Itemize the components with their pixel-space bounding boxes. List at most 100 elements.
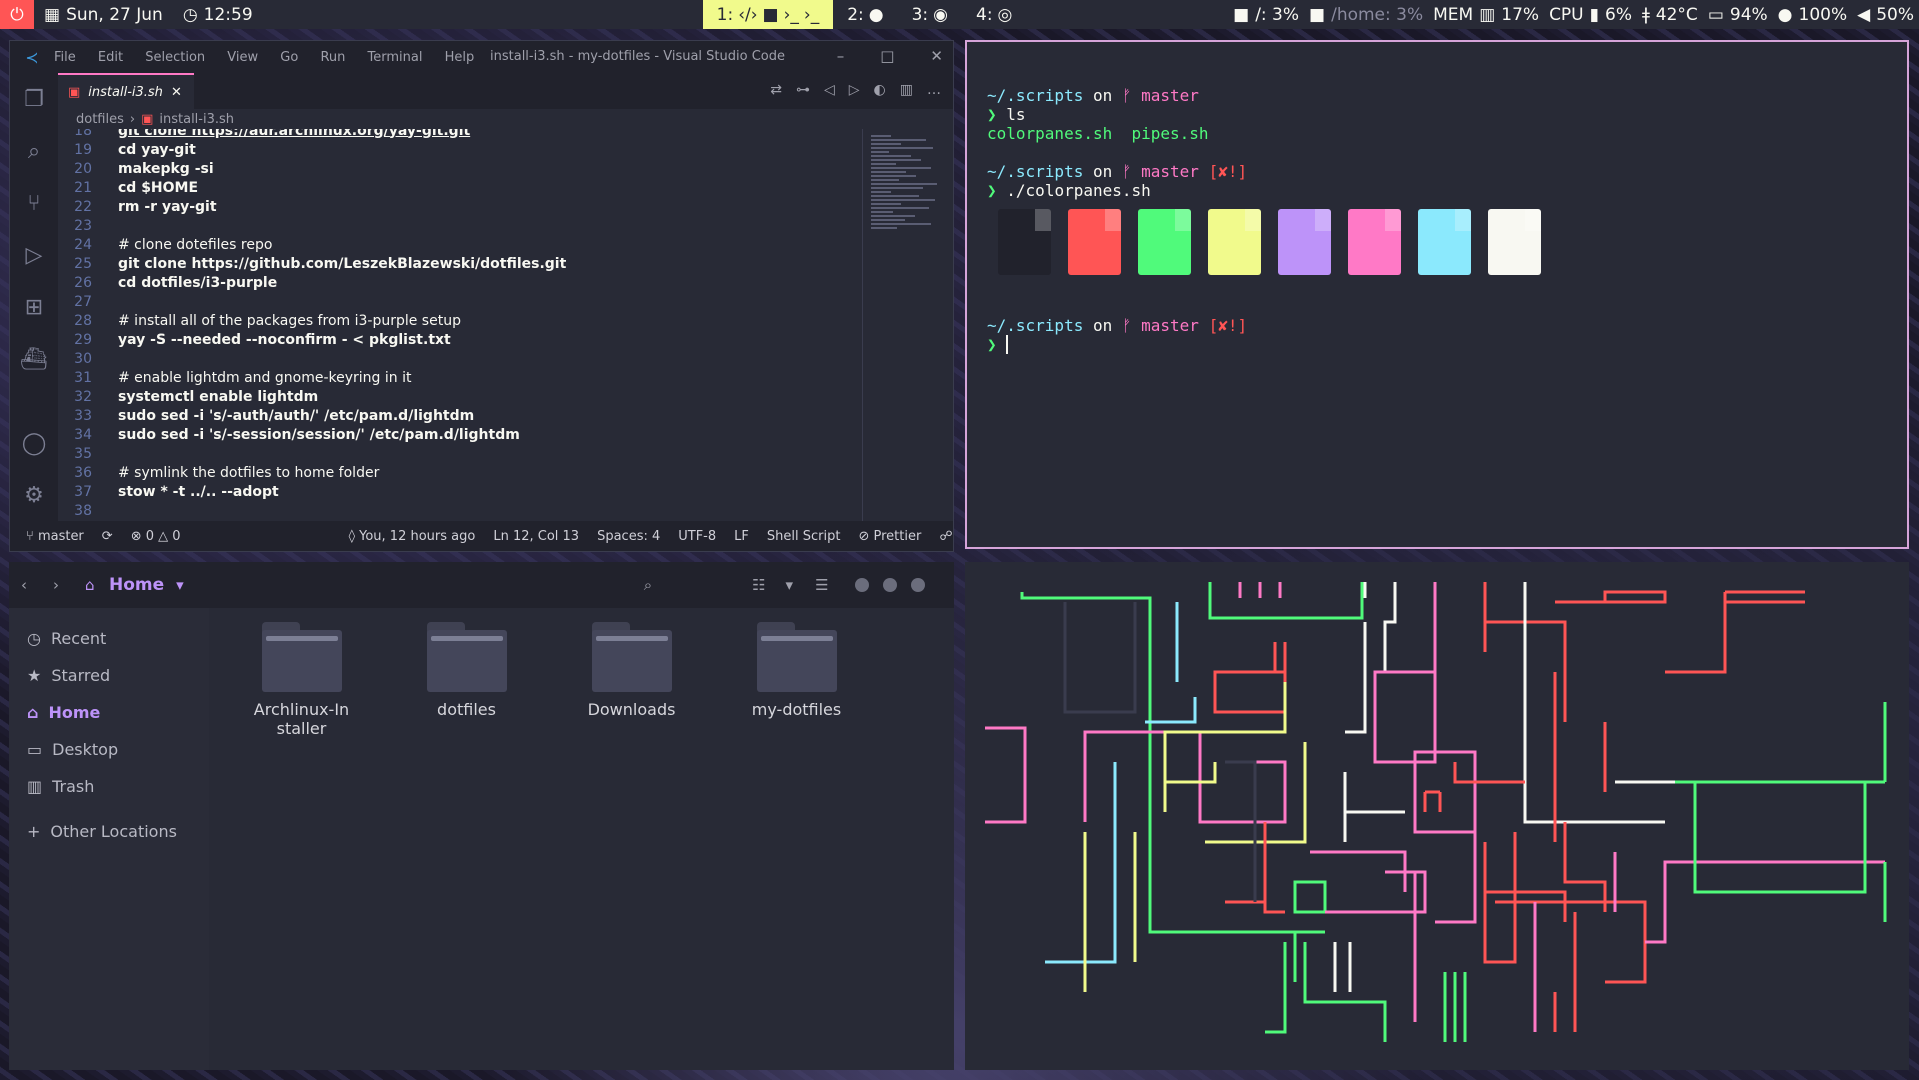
search-icon[interactable]: ⌕ — [644, 576, 652, 594]
branch-status[interactable]: ⑂ master — [26, 529, 84, 544]
chevron-down-icon[interactable]: ▾ — [176, 576, 184, 594]
color-swatch — [1068, 209, 1121, 275]
folder-icon: ■ — [1233, 4, 1250, 25]
brightness-icon: ● — [1777, 4, 1793, 25]
close-icon[interactable] — [910, 578, 925, 592]
power-icon[interactable]: ⏻ — [0, 0, 34, 29]
time-text: 12:59 — [203, 4, 253, 25]
menu-file[interactable]: File — [54, 50, 76, 65]
formatter-status[interactable]: ⊘ Prettier — [858, 529, 921, 544]
language-status[interactable]: Shell Script — [767, 529, 841, 544]
color-swatch — [1278, 209, 1331, 275]
location-label[interactable]: Home — [109, 575, 164, 595]
hamburger-menu-icon[interactable]: ☰ — [815, 576, 828, 594]
git-branch-icon: ᚠ — [1121, 162, 1132, 181]
cursor-position[interactable]: Ln 12, Col 13 — [493, 529, 579, 544]
color-swatches — [998, 209, 1907, 275]
encoding-status[interactable]: UTF-8 — [678, 529, 716, 544]
workspace-2[interactable]: 2: ● — [833, 0, 897, 29]
feedback-icon[interactable]: ☍ — [939, 529, 952, 544]
run-debug-icon[interactable]: ▷ — [10, 229, 58, 281]
menu-terminal[interactable]: Terminal — [368, 50, 423, 65]
color-swatch — [1348, 209, 1401, 275]
source-control-icon[interactable]: ⑂ — [10, 177, 58, 229]
explorer-icon[interactable]: ❐ — [10, 73, 58, 125]
folder-my-dotfiles[interactable]: my-dotfiles — [714, 622, 879, 738]
gear-icon[interactable]: ⚙ — [10, 469, 58, 521]
window-controls: – □ ✕ — [837, 47, 943, 65]
code-line: 18 git clone https://aur.archlinux.org/ya… — [74, 129, 471, 139]
sidebar-item-starred[interactable]: ★ Starred — [9, 657, 209, 694]
view-list-icon[interactable]: ☷ — [752, 576, 765, 594]
sidebar-item-recent[interactable]: ◷ Recent — [9, 620, 209, 657]
volume-widget[interactable]: ◀ 50% — [1852, 5, 1919, 25]
close-icon[interactable]: ✕ — [930, 47, 943, 65]
cpu-icon: ▮ — [1589, 4, 1599, 25]
timeline-icon[interactable]: ◐ — [874, 82, 886, 98]
breadcrumb-folder[interactable]: dotfiles — [76, 112, 124, 127]
git-commit-icon[interactable]: ⊶ — [796, 82, 810, 98]
pipes-terminal-window[interactable] — [965, 562, 1909, 1070]
terminal-window[interactable]: ~/.scripts on ᚠ master ❯ ls colorpanes.s… — [965, 40, 1909, 549]
maximize-icon[interactable]: □ — [880, 47, 894, 65]
folder-archlinux-installer[interactable]: Archlinux-Installer — [219, 622, 384, 738]
split-editor-icon[interactable]: ▥ — [900, 82, 913, 98]
minimap[interactable] — [862, 129, 952, 521]
workspace-3[interactable]: 3: ◉ — [898, 0, 962, 29]
menu-edit[interactable]: Edit — [98, 50, 123, 65]
docker-icon[interactable]: ⛴ — [10, 333, 58, 385]
workspace-1[interactable]: 1: ‹/› ■ ›_ ›_ — [702, 0, 834, 29]
code-icon: ‹/› — [738, 4, 758, 25]
forward-icon[interactable]: › — [53, 576, 85, 594]
tab-install-i3[interactable]: ▣ install-i3.sh ✕ — [58, 73, 194, 109]
sidebar-item-home[interactable]: ⌂ Home — [9, 694, 209, 731]
chevron-down-icon[interactable]: ▾ — [786, 576, 794, 594]
code-editor[interactable]: 18 git clone https://aur.archlinux.org/ya… — [58, 129, 860, 521]
indentation-status[interactable]: Spaces: 4 — [597, 529, 660, 544]
prompt-line: ~/.scripts on ᚠ master — [987, 86, 1199, 105]
thermometer-icon: ǂ — [1641, 4, 1650, 25]
eol-status[interactable]: LF — [734, 529, 749, 544]
maximize-icon[interactable] — [882, 578, 897, 592]
sidebar-item-other-locations[interactable]: + Other Locations — [9, 813, 209, 850]
menu-selection[interactable]: Selection — [145, 50, 205, 65]
minimize-icon[interactable]: – — [837, 47, 845, 65]
problems-status[interactable]: ⊗ 0 △ 0 — [131, 529, 181, 544]
file-manager-window: ‹ › ⌂ Home ▾ ⌕ ☷ ▾ ☰ ◷ Recent ★ Starred ⌂ H… — [9, 562, 954, 1070]
search-icon[interactable]: ⌕ — [10, 125, 58, 177]
code-line: 29 yay -S --needed --noconfirm - < pkglis… — [74, 331, 451, 348]
sync-icon[interactable]: ⟳ — [102, 529, 113, 544]
minimize-icon[interactable] — [854, 578, 869, 592]
window-title: install-i3.sh - my-dotfiles - Visual Stu… — [490, 49, 785, 64]
breadcrumb-file[interactable]: install-i3.sh — [159, 112, 234, 127]
error-icon: ⊗ — [130, 528, 146, 544]
git-branch-icon: ᚠ — [1121, 86, 1132, 105]
back-icon[interactable]: ‹ — [21, 576, 53, 594]
menu-run[interactable]: Run — [320, 50, 345, 65]
close-icon[interactable]: ✕ — [171, 85, 182, 100]
workspace-4[interactable]: 4: ◎ — [962, 0, 1026, 29]
folder-icon: ■ — [762, 4, 779, 25]
folder-label: my-dotfiles — [751, 700, 842, 719]
menu-help[interactable]: Help — [445, 50, 475, 65]
clock-widget: ◷ 12:59 — [173, 5, 263, 25]
home-icon[interactable]: ⌂ — [85, 576, 109, 594]
previous-change-icon[interactable]: ◁ — [824, 82, 835, 98]
sidebar-item-desktop[interactable]: ▭ Desktop — [9, 731, 209, 768]
menu-go[interactable]: Go — [280, 50, 298, 65]
code-line: 31 # enable lightdm and gnome-keyring in … — [74, 369, 412, 386]
folder-dotfiles[interactable]: dotfiles — [384, 622, 549, 738]
compare-icon[interactable]: ⇄ — [770, 82, 782, 98]
menu-view[interactable]: View — [227, 50, 258, 65]
next-change-icon[interactable]: ▷ — [849, 82, 860, 98]
disk-home-widget: ■ /home: 3% — [1309, 4, 1424, 25]
account-icon[interactable]: ◯ — [10, 417, 58, 469]
folder-downloads[interactable]: Downloads — [549, 622, 714, 738]
color-swatch — [1418, 209, 1471, 275]
sidebar-item-trash[interactable]: ▥ Trash — [9, 768, 209, 805]
code-line: 26 cd dotfiles/i3-purple — [74, 274, 278, 291]
blame-status[interactable]: ◊ You, 12 hours ago — [349, 529, 476, 544]
more-icon[interactable]: … — [927, 82, 941, 98]
extensions-icon[interactable]: ⊞ — [10, 281, 58, 333]
prompt-line: ~/.scripts on ᚠ master [✘!] — [987, 316, 1248, 335]
